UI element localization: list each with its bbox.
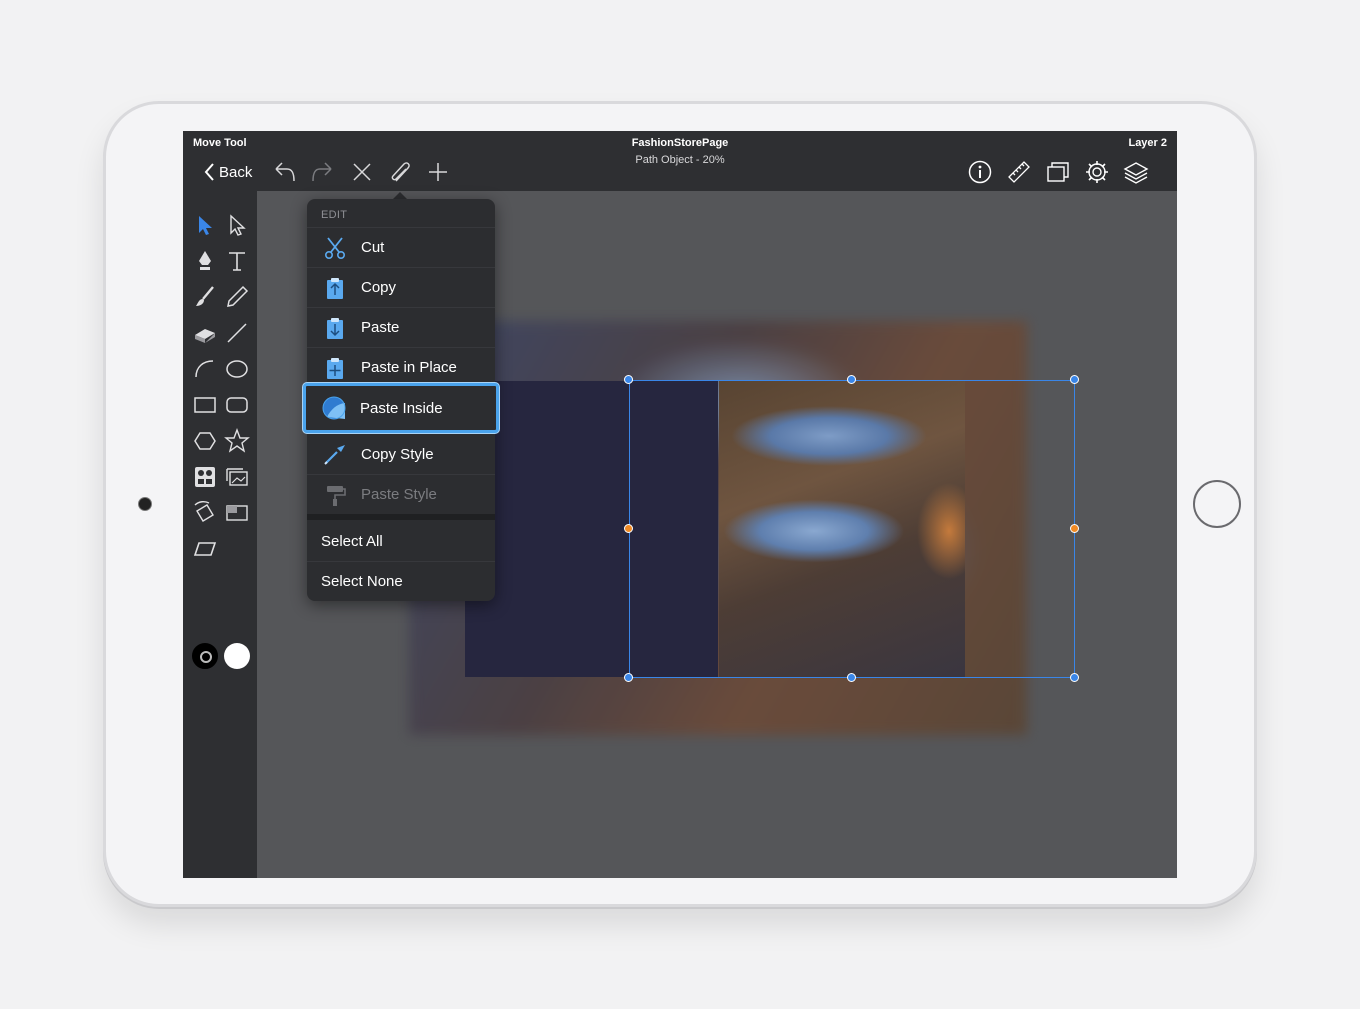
pen-tool-icon[interactable]: [191, 247, 219, 275]
menu-item-copy[interactable]: Copy: [307, 267, 495, 307]
info-icon[interactable]: [967, 159, 993, 185]
plus-icon[interactable]: [425, 159, 451, 185]
clipboard-paste-icon: [322, 315, 348, 341]
menu-item-select-none[interactable]: Select None: [307, 561, 495, 601]
menu-item-paste-inside[interactable]: Paste Inside: [303, 383, 499, 433]
close-icon[interactable]: [349, 159, 375, 185]
scissors-icon: [322, 235, 348, 261]
tools-sidebar: [183, 191, 257, 878]
paste-inside-icon: [321, 395, 347, 421]
menu-item-paste-style[interactable]: Paste Style: [307, 474, 495, 514]
skew-tool-icon[interactable]: [191, 535, 219, 563]
handle-middle-right[interactable]: [1070, 524, 1079, 533]
handle-bottom-center[interactable]: [847, 673, 856, 682]
menu-item-label: Select None: [321, 573, 403, 590]
text-tool-icon[interactable]: [223, 247, 251, 275]
menu-item-label: Copy Style: [361, 445, 434, 463]
home-button[interactable]: [1193, 480, 1241, 528]
eraser-tool-icon[interactable]: [191, 319, 219, 347]
menu-item-cut[interactable]: Cut: [307, 227, 495, 267]
menu-item-copy-style[interactable]: Copy Style: [307, 434, 495, 474]
line-tool-icon[interactable]: [223, 319, 251, 347]
menu-item-label: Paste in Place: [361, 359, 457, 376]
menu-item-label: Cut: [361, 239, 385, 256]
edit-menu: EDIT Cut Copy Paste Paste in Place Paste…: [303, 199, 499, 601]
back-label: Back: [219, 163, 253, 181]
top-bar: Move Tool FashionStorePage Path Object -…: [183, 131, 1177, 191]
handle-bottom-right[interactable]: [1070, 673, 1079, 682]
brush-tool-icon[interactable]: [191, 283, 219, 311]
arc-tool-icon[interactable]: [191, 355, 219, 383]
chevron-left-icon: [204, 163, 214, 181]
document-title: FashionStorePage: [631, 137, 729, 149]
move-tool-icon[interactable]: [191, 211, 219, 239]
menu-item-label: Paste Style: [361, 486, 437, 503]
menu-item-label: Paste Inside: [360, 399, 443, 417]
rectangle-tool-icon[interactable]: [191, 391, 219, 419]
menu-item-select-all[interactable]: Select All: [307, 521, 495, 561]
layers-icon[interactable]: [1123, 159, 1149, 185]
clipboard-copy-icon: [322, 275, 348, 301]
app-screen: Move Tool FashionStorePage Path Object -…: [183, 131, 1177, 878]
menu-item-paste-in-place[interactable]: Paste in Place: [307, 347, 495, 387]
paint-roller-icon: [322, 482, 348, 508]
undo-icon[interactable]: [272, 159, 298, 185]
window-icon[interactable]: [1045, 159, 1071, 185]
handle-top-left[interactable]: [624, 375, 633, 384]
clipboard-plus-icon: [322, 355, 348, 381]
star-tool-icon[interactable]: [223, 427, 251, 455]
menu-item-label: Copy: [361, 279, 397, 296]
transform-tool-icon[interactable]: [191, 499, 219, 527]
stroke-color-swatch[interactable]: [192, 643, 218, 669]
gallery-tool-icon[interactable]: [223, 463, 251, 491]
handle-top-center[interactable]: [847, 375, 856, 384]
handle-middle-left[interactable]: [624, 524, 633, 533]
image-grid-tool-icon[interactable]: [191, 463, 219, 491]
menu-item-label: Select All: [321, 532, 383, 550]
direct-select-tool-icon[interactable]: [223, 211, 251, 239]
handle-top-right[interactable]: [1070, 375, 1079, 384]
selection-bounding-box[interactable]: [629, 380, 1075, 678]
handle-bottom-left[interactable]: [624, 673, 633, 682]
menu-item-label: Paste: [361, 319, 400, 336]
menu-item-paste[interactable]: Paste: [307, 307, 495, 347]
rounded-rectangle-tool-icon[interactable]: [223, 391, 251, 419]
paperclip-icon[interactable]: [388, 159, 414, 185]
layer-label[interactable]: Layer 2: [1128, 137, 1167, 149]
ruler-icon[interactable]: [1006, 159, 1032, 185]
redo-icon[interactable]: [309, 159, 335, 185]
hexagon-tool-icon[interactable]: [191, 427, 219, 455]
ellipse-tool-icon[interactable]: [223, 355, 251, 383]
edit-menu-header: EDIT: [321, 209, 348, 221]
frame-tool-icon[interactable]: [223, 499, 251, 527]
back-button[interactable]: Back: [203, 161, 252, 183]
eyedropper-icon: [322, 441, 348, 467]
fill-color-swatch[interactable]: [224, 643, 250, 669]
gear-icon[interactable]: [1084, 159, 1110, 185]
menu-divider: [307, 514, 495, 520]
pencil-tool-icon[interactable]: [223, 283, 251, 311]
camera-dot: [138, 497, 152, 511]
